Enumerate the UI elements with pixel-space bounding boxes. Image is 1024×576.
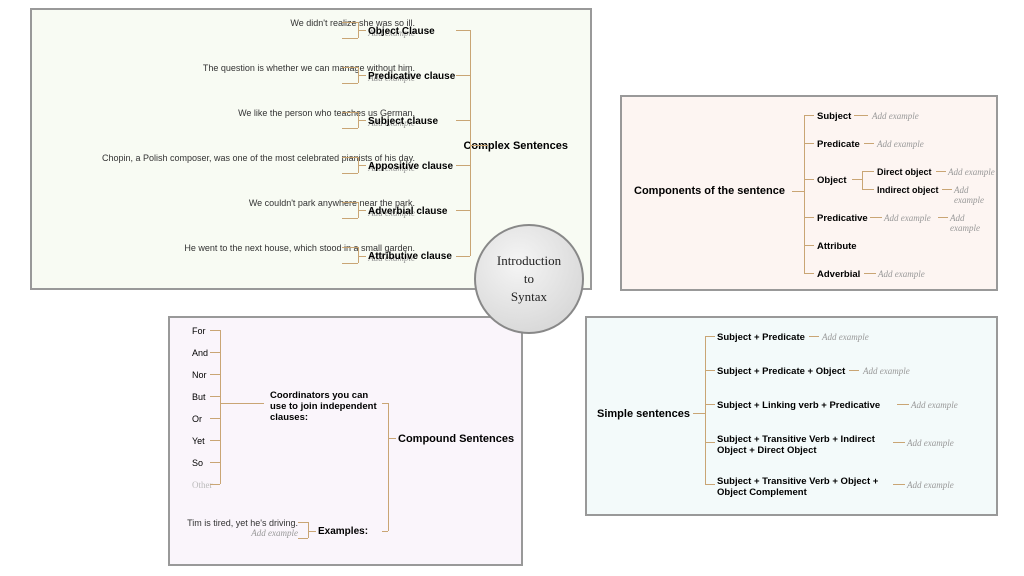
node-appositive-clause[interactable]: Appositive clause (368, 161, 453, 172)
panel-compound: Compound Sentences Coordinators you can … (168, 316, 523, 566)
pattern-node[interactable]: Subject + Transitive Verb + Indirect Obj… (717, 434, 892, 456)
node-subject-clause[interactable]: Subject clause (368, 116, 438, 127)
components-title: Components of the sentence (634, 185, 785, 197)
add-example-link[interactable]: Add example (907, 480, 954, 490)
center-label: Introduction to Syntax (497, 252, 561, 307)
add-example-link[interactable]: Add example (950, 213, 996, 233)
add-example-link[interactable]: Add example (877, 139, 924, 149)
node-predicative[interactable]: Predicative (817, 213, 868, 224)
node-object-clause[interactable]: Object Clause (368, 26, 435, 37)
coord-item[interactable]: Nor (192, 370, 207, 380)
add-example-link[interactable]: Add example (884, 213, 931, 223)
coord-item[interactable]: For (192, 326, 206, 336)
node-indirect-object[interactable]: Indirect object (877, 185, 939, 195)
add-example-link[interactable]: Add example (948, 167, 995, 177)
coord-item[interactable]: And (192, 348, 208, 358)
node-attributive-clause[interactable]: Attributive clause (368, 251, 452, 262)
compound-example: Tim is tired, yet he's driving. (187, 518, 298, 528)
coord-item[interactable]: But (192, 392, 206, 402)
add-example-link[interactable]: Add example (907, 438, 954, 448)
pattern-node[interactable]: Subject + Linking verb + Predicative (717, 400, 892, 411)
node-predicative-clause[interactable]: Predicative clause (368, 71, 455, 82)
node-object[interactable]: Object (817, 175, 847, 186)
node-adverbial[interactable]: Adverbial (817, 269, 860, 280)
add-example-link[interactable]: Add example (878, 269, 925, 279)
coord-other[interactable]: Other (192, 480, 213, 490)
add-example-link[interactable]: Add example (863, 366, 910, 376)
compound-title: Compound Sentences (398, 433, 514, 445)
center-topic: Introduction to Syntax (474, 224, 584, 334)
node-adverbial-clause[interactable]: Adverbial clause (368, 206, 447, 217)
panel-simple: Simple sentences Subject + PredicateAdd … (585, 316, 998, 516)
simple-title: Simple sentences (597, 408, 690, 420)
node-predicate[interactable]: Predicate (817, 139, 860, 150)
complex-title: Complex Sentences (463, 140, 568, 152)
add-example-link[interactable]: Add example (954, 185, 996, 205)
coord-item[interactable]: So (192, 458, 203, 468)
coord-item[interactable]: Yet (192, 436, 205, 446)
node-attribute[interactable]: Attribute (817, 241, 857, 252)
panel-components: Components of the sentence Subject Add e… (620, 95, 998, 291)
add-example-link[interactable]: Add example (822, 332, 869, 342)
pattern-node[interactable]: Subject + Transitive Verb + Object + Obj… (717, 476, 892, 498)
coordinators-label: Coordinators you can use to join indepen… (270, 390, 385, 423)
coord-item[interactable]: Or (192, 414, 202, 424)
add-example-link[interactable]: Add example (911, 400, 958, 410)
add-example-link[interactable]: Add example (251, 528, 298, 538)
add-example-link[interactable]: Add example (872, 111, 919, 121)
examples-label: Examples: (318, 526, 368, 537)
node-direct-object[interactable]: Direct object (877, 167, 932, 177)
node-subject[interactable]: Subject (817, 111, 851, 122)
